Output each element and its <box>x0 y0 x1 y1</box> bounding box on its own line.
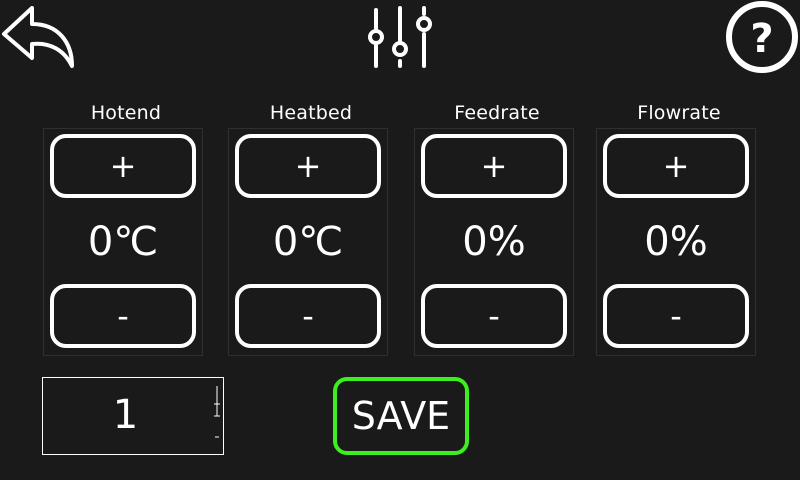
feedrate-value: 0% <box>462 219 526 265</box>
feedrate-plus-button[interactable]: + <box>421 134 567 198</box>
hotend-minus-button[interactable]: - <box>50 284 196 348</box>
panel-label-feedrate: Feedrate <box>454 102 540 124</box>
flowrate-value: 0% <box>644 219 708 265</box>
panel-heatbed: + 0℃ - <box>228 128 388 356</box>
hotend-value: 0℃ <box>87 219 159 265</box>
spin-arrows-icon[interactable] <box>211 382 223 448</box>
panel-feedrate: + 0% - <box>414 128 574 356</box>
save-button[interactable]: SAVE <box>333 377 469 455</box>
back-arrow-icon[interactable] <box>0 2 78 70</box>
flowrate-plus-button[interactable]: + <box>603 134 749 198</box>
feedrate-minus-button[interactable]: - <box>421 284 567 348</box>
panel-label-flowrate: Flowrate <box>637 102 721 124</box>
heatbed-value: 0℃ <box>272 219 344 265</box>
panel-hotend: + 0℃ - <box>43 128 203 356</box>
help-icon[interactable]: ? <box>724 0 800 74</box>
panel-label-heatbed: Heatbed <box>269 102 353 124</box>
heatbed-minus-button[interactable]: - <box>235 284 381 348</box>
flowrate-minus-button[interactable]: - <box>603 284 749 348</box>
sliders-icon <box>368 6 432 68</box>
help-glyph: ? <box>750 16 773 62</box>
step-size-spinbox[interactable]: 1 <box>42 377 224 455</box>
heatbed-plus-button[interactable]: + <box>235 134 381 198</box>
panel-label-hotend: Hotend <box>90 102 162 124</box>
hotend-plus-button[interactable]: + <box>50 134 196 198</box>
step-size-value: 1 <box>112 392 139 438</box>
panel-flowrate: + 0% - <box>596 128 756 356</box>
